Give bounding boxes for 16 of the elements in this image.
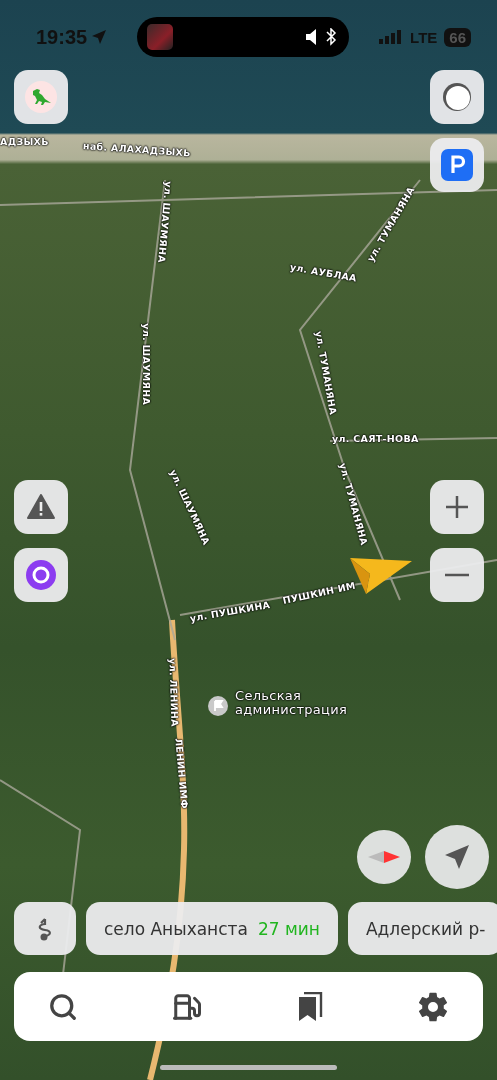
destination-chip[interactable]: Адлерский р- bbox=[347, 902, 497, 955]
street-label: ул. АУБЛАА bbox=[289, 262, 358, 285]
street-label: ул. ЛЕНИНА bbox=[166, 658, 180, 727]
street-label: ул. ШАУМЯНА bbox=[140, 323, 152, 406]
street-label: ул. САЯТ-НОВА bbox=[332, 434, 419, 445]
street-label: ЛЕНИН ИМФ bbox=[172, 737, 190, 810]
network-type: LTE bbox=[410, 28, 438, 46]
street-label: ул. ШАУМЯНА bbox=[155, 180, 174, 264]
destination-name: село Аныханста bbox=[104, 918, 248, 939]
travel-time: 27 мин bbox=[257, 918, 320, 939]
clock-time: 19:35 bbox=[36, 25, 88, 49]
place-label: Сельская администрация bbox=[235, 689, 349, 718]
street-label: наб. АЛАХАДЗЫХЬ bbox=[82, 141, 191, 159]
destination-name: Адлерский р- bbox=[365, 918, 486, 939]
street-label: АДЗЫХЬ bbox=[0, 137, 49, 148]
destination-chip[interactable]: село Аныханста 27 мин bbox=[86, 902, 338, 955]
